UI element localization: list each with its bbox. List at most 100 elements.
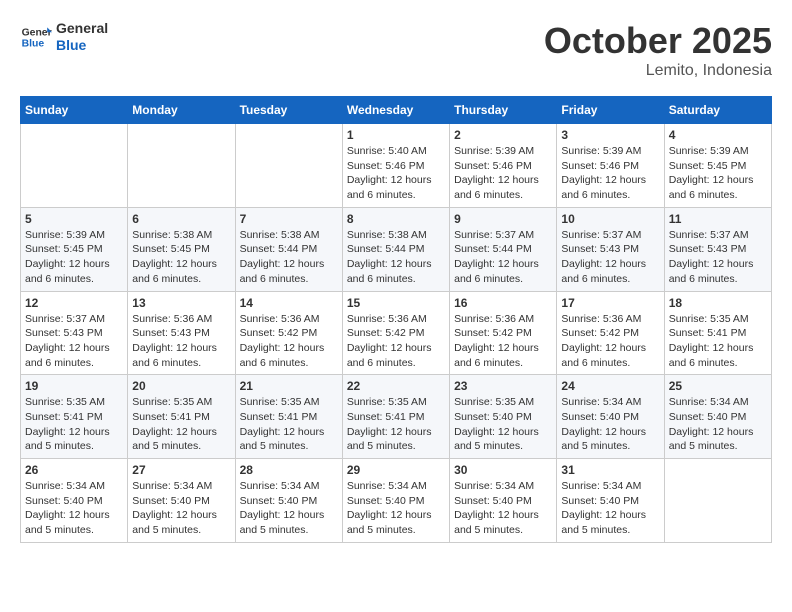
calendar-cell: 30Sunrise: 5:34 AM Sunset: 5:40 PM Dayli… xyxy=(450,459,557,543)
calendar-cell: 15 Sunrise: 5:36 AM Sunset: 5:42 PM Dayli… xyxy=(342,291,449,375)
day-number: 20 xyxy=(132,379,230,393)
calendar-cell: 18 Sunrise: 5:35 AM Sunset: 5:41 PM Dayli… xyxy=(664,291,771,375)
calendar-cell xyxy=(664,459,771,543)
day-number: 4 xyxy=(669,128,767,142)
day-info: Sunrise: 5:36 AM Sunset: 5:42 PM Dayligh… xyxy=(347,312,445,371)
calendar-cell: 29Sunrise: 5:34 AM Sunset: 5:40 PM Dayli… xyxy=(342,459,449,543)
weekday-header-sunday: Sunday xyxy=(21,97,128,124)
day-number: 21 xyxy=(240,379,338,393)
calendar-table: SundayMondayTuesdayWednesdayThursdayFrid… xyxy=(20,96,772,543)
calendar-cell xyxy=(128,124,235,208)
day-info: Sunrise: 5:39 AM Sunset: 5:46 PM Dayligh… xyxy=(454,144,552,203)
calendar-cell: 2 Sunrise: 5:39 AM Sunset: 5:46 PM Daylig… xyxy=(450,124,557,208)
day-info: Sunrise: 5:35 AM Sunset: 5:41 PM Dayligh… xyxy=(25,395,123,454)
weekday-header-tuesday: Tuesday xyxy=(235,97,342,124)
calendar-week-row: 19 Sunrise: 5:35 AM Sunset: 5:41 PM Dayli… xyxy=(21,375,772,459)
day-info: Sunrise: 5:36 AM Sunset: 5:42 PM Dayligh… xyxy=(454,312,552,371)
day-number: 2 xyxy=(454,128,552,142)
logo: General Blue General Blue xyxy=(20,20,108,54)
day-number: 3 xyxy=(561,128,659,142)
day-number: 25 xyxy=(669,379,767,393)
day-info: Sunrise: 5:37 AM Sunset: 5:43 PM Dayligh… xyxy=(561,228,659,287)
logo-blue-text: Blue xyxy=(56,37,108,54)
calendar-cell: 11 Sunrise: 5:37 AM Sunset: 5:43 PM Dayli… xyxy=(664,207,771,291)
day-number: 19 xyxy=(25,379,123,393)
day-number: 5 xyxy=(25,212,123,226)
calendar-cell: 9Sunrise: 5:37 AM Sunset: 5:44 PM Daylig… xyxy=(450,207,557,291)
day-info: Sunrise: 5:36 AM Sunset: 5:42 PM Dayligh… xyxy=(240,312,338,371)
weekday-header-monday: Monday xyxy=(128,97,235,124)
day-info: Sunrise: 5:39 AM Sunset: 5:45 PM Dayligh… xyxy=(25,228,123,287)
day-number: 14 xyxy=(240,296,338,310)
calendar-cell: 28Sunrise: 5:34 AM Sunset: 5:40 PM Dayli… xyxy=(235,459,342,543)
day-number: 10 xyxy=(561,212,659,226)
day-number: 31 xyxy=(561,463,659,477)
day-info: Sunrise: 5:34 AM Sunset: 5:40 PM Dayligh… xyxy=(561,479,659,538)
day-number: 22 xyxy=(347,379,445,393)
day-number: 30 xyxy=(454,463,552,477)
day-info: Sunrise: 5:35 AM Sunset: 5:41 PM Dayligh… xyxy=(347,395,445,454)
calendar-week-row: 5 Sunrise: 5:39 AM Sunset: 5:45 PM Daylig… xyxy=(21,207,772,291)
calendar-cell: 12 Sunrise: 5:37 AM Sunset: 5:43 PM Dayli… xyxy=(21,291,128,375)
day-info: Sunrise: 5:34 AM Sunset: 5:40 PM Dayligh… xyxy=(561,395,659,454)
day-info: Sunrise: 5:35 AM Sunset: 5:40 PM Dayligh… xyxy=(454,395,552,454)
weekday-header-wednesday: Wednesday xyxy=(342,97,449,124)
calendar-cell: 10 Sunrise: 5:37 AM Sunset: 5:43 PM Dayli… xyxy=(557,207,664,291)
day-number: 1 xyxy=(347,128,445,142)
day-number: 8 xyxy=(347,212,445,226)
title-block: October 2025 Lemito, Indonesia xyxy=(544,20,772,80)
day-info: Sunrise: 5:34 AM Sunset: 5:40 PM Dayligh… xyxy=(347,479,445,538)
day-number: 6 xyxy=(132,212,230,226)
day-info: Sunrise: 5:38 AM Sunset: 5:45 PM Dayligh… xyxy=(132,228,230,287)
calendar-cell: 1 Sunrise: 5:40 AM Sunset: 5:46 PM Daylig… xyxy=(342,124,449,208)
day-number: 24 xyxy=(561,379,659,393)
day-number: 17 xyxy=(561,296,659,310)
day-info: Sunrise: 5:36 AM Sunset: 5:42 PM Dayligh… xyxy=(561,312,659,371)
day-info: Sunrise: 5:36 AM Sunset: 5:43 PM Dayligh… xyxy=(132,312,230,371)
logo-icon: General Blue xyxy=(20,21,52,53)
calendar-cell: 25 Sunrise: 5:34 AM Sunset: 5:40 PM Dayli… xyxy=(664,375,771,459)
day-info: Sunrise: 5:37 AM Sunset: 5:43 PM Dayligh… xyxy=(669,228,767,287)
day-info: Sunrise: 5:39 AM Sunset: 5:46 PM Dayligh… xyxy=(561,144,659,203)
day-number: 23 xyxy=(454,379,552,393)
day-info: Sunrise: 5:39 AM Sunset: 5:45 PM Dayligh… xyxy=(669,144,767,203)
day-number: 12 xyxy=(25,296,123,310)
weekday-header-friday: Friday xyxy=(557,97,664,124)
calendar-cell: 21 Sunrise: 5:35 AM Sunset: 5:41 PM Dayli… xyxy=(235,375,342,459)
calendar-cell: 20Sunrise: 5:35 AM Sunset: 5:41 PM Dayli… xyxy=(128,375,235,459)
calendar-cell: 5 Sunrise: 5:39 AM Sunset: 5:45 PM Daylig… xyxy=(21,207,128,291)
month-title: October 2025 xyxy=(544,20,772,62)
day-info: Sunrise: 5:35 AM Sunset: 5:41 PM Dayligh… xyxy=(240,395,338,454)
calendar-cell: 24 Sunrise: 5:34 AM Sunset: 5:40 PM Dayli… xyxy=(557,375,664,459)
calendar-cell: 27 Sunrise: 5:34 AM Sunset: 5:40 PM Dayli… xyxy=(128,459,235,543)
calendar-cell: 4 Sunrise: 5:39 AM Sunset: 5:45 PM Daylig… xyxy=(664,124,771,208)
calendar-cell: 7 Sunrise: 5:38 AM Sunset: 5:44 PM Daylig… xyxy=(235,207,342,291)
calendar-cell: 17 Sunrise: 5:36 AM Sunset: 5:42 PM Dayli… xyxy=(557,291,664,375)
calendar-cell: 16Sunrise: 5:36 AM Sunset: 5:42 PM Dayli… xyxy=(450,291,557,375)
svg-text:Blue: Blue xyxy=(22,38,45,49)
calendar-week-row: 26Sunrise: 5:34 AM Sunset: 5:40 PM Dayli… xyxy=(21,459,772,543)
day-number: 28 xyxy=(240,463,338,477)
day-number: 7 xyxy=(240,212,338,226)
calendar-week-row: 12 Sunrise: 5:37 AM Sunset: 5:43 PM Dayli… xyxy=(21,291,772,375)
calendar-cell: 13Sunrise: 5:36 AM Sunset: 5:43 PM Dayli… xyxy=(128,291,235,375)
weekday-header-thursday: Thursday xyxy=(450,97,557,124)
day-number: 27 xyxy=(132,463,230,477)
page-header: General Blue General Blue October 2025 L… xyxy=(20,20,772,80)
day-info: Sunrise: 5:37 AM Sunset: 5:44 PM Dayligh… xyxy=(454,228,552,287)
day-info: Sunrise: 5:35 AM Sunset: 5:41 PM Dayligh… xyxy=(669,312,767,371)
calendar-header-row: SundayMondayTuesdayWednesdayThursdayFrid… xyxy=(21,97,772,124)
calendar-cell xyxy=(21,124,128,208)
calendar-cell: 26Sunrise: 5:34 AM Sunset: 5:40 PM Dayli… xyxy=(21,459,128,543)
calendar-cell: 14 Sunrise: 5:36 AM Sunset: 5:42 PM Dayli… xyxy=(235,291,342,375)
location-subtitle: Lemito, Indonesia xyxy=(544,62,772,80)
day-number: 15 xyxy=(347,296,445,310)
day-number: 18 xyxy=(669,296,767,310)
day-number: 11 xyxy=(669,212,767,226)
day-info: Sunrise: 5:37 AM Sunset: 5:43 PM Dayligh… xyxy=(25,312,123,371)
day-info: Sunrise: 5:34 AM Sunset: 5:40 PM Dayligh… xyxy=(132,479,230,538)
day-info: Sunrise: 5:40 AM Sunset: 5:46 PM Dayligh… xyxy=(347,144,445,203)
day-info: Sunrise: 5:34 AM Sunset: 5:40 PM Dayligh… xyxy=(669,395,767,454)
calendar-cell: 3 Sunrise: 5:39 AM Sunset: 5:46 PM Daylig… xyxy=(557,124,664,208)
day-info: Sunrise: 5:38 AM Sunset: 5:44 PM Dayligh… xyxy=(240,228,338,287)
